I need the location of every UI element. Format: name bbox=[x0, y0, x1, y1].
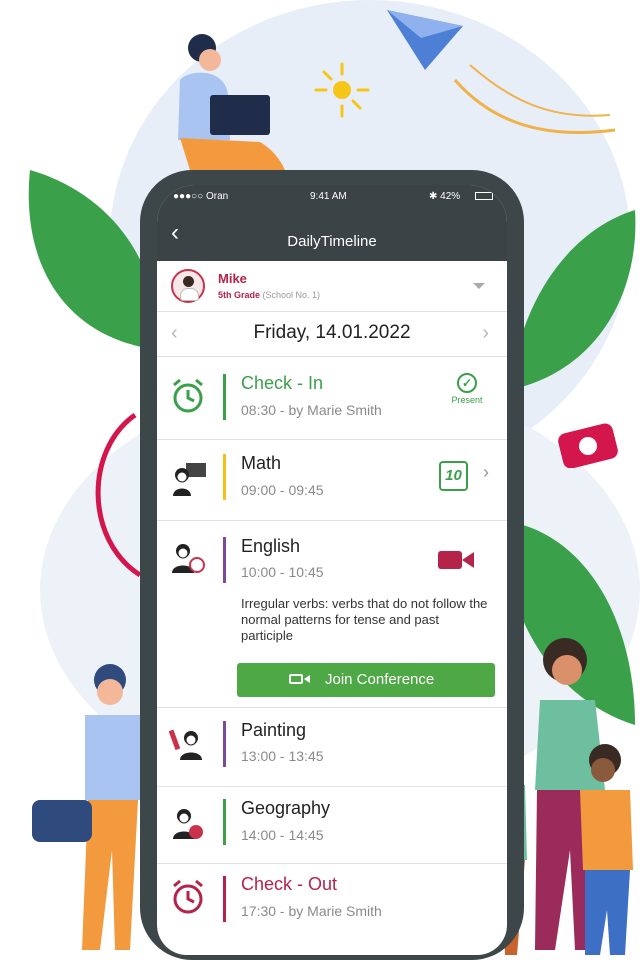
event-title: Math bbox=[241, 453, 282, 473]
timeline-bar bbox=[223, 454, 226, 500]
timeline-bar bbox=[223, 374, 226, 420]
student-globe-icon bbox=[172, 544, 205, 573]
video-camera-outline-icon bbox=[289, 674, 303, 684]
event-description: Irregular verbs: verbs that do not follo… bbox=[241, 596, 488, 643]
timeline-item-geography[interactable]: Geography 14:00 - 14:45 bbox=[157, 787, 507, 864]
video-camera-icon[interactable] bbox=[438, 551, 474, 569]
attendance-status: ✓ Present bbox=[442, 373, 492, 405]
event-time: 17:30 - by Marie Smith bbox=[241, 903, 382, 919]
event-title: English bbox=[241, 536, 301, 556]
timeline-item-check-in[interactable]: Check - In 08:30 - by Marie Smith ✓ Pres… bbox=[157, 357, 507, 440]
battery-status: ✱ 42% bbox=[429, 191, 461, 202]
page-title: DailyTimeline bbox=[287, 233, 377, 250]
student-name: Mike bbox=[218, 271, 247, 286]
clock: 9:41 AM bbox=[310, 191, 347, 202]
timeline-item-math[interactable]: Math 09:00 - 09:45 10 › bbox=[157, 440, 507, 521]
event-time: 13:00 - 13:45 bbox=[241, 748, 324, 764]
student-selector[interactable]: Mike 5th Grade (School No. 1) bbox=[157, 261, 507, 312]
battery-icon bbox=[475, 192, 493, 200]
event-title: Painting bbox=[241, 720, 307, 740]
teacher-blackboard-icon bbox=[173, 463, 206, 496]
event-time: 10:00 - 10:45 bbox=[241, 564, 324, 580]
student-paint-icon bbox=[169, 729, 202, 760]
event-time: 08:30 - by Marie Smith bbox=[241, 402, 382, 418]
nav-bar: ‹ DailyTimeline bbox=[157, 209, 507, 261]
event-time: 09:00 - 09:45 bbox=[241, 482, 324, 498]
join-conference-label: Join Conference bbox=[325, 671, 435, 688]
swirl-lines bbox=[453, 64, 616, 134]
current-date: Friday, 14.01.2022 bbox=[253, 322, 411, 343]
join-conference-button[interactable]: Join Conference bbox=[237, 663, 495, 697]
timeline-bar bbox=[223, 876, 226, 922]
avatar bbox=[171, 269, 205, 303]
arc-decoration bbox=[95, 412, 142, 578]
student-grade: 5th Grade (School No. 1) bbox=[218, 290, 320, 300]
grade-badge: 10 bbox=[439, 461, 468, 491]
event-title: Geography bbox=[241, 798, 331, 818]
camera-icon bbox=[558, 423, 618, 468]
timeline-bar bbox=[223, 721, 226, 767]
event-title: Check - Out bbox=[241, 874, 338, 894]
timeline-item-check-out[interactable]: Check - Out 17:30 - by Marie Smith bbox=[157, 864, 507, 944]
timeline-bar bbox=[223, 799, 226, 845]
event-time: 14:00 - 14:45 bbox=[241, 827, 324, 843]
grade-label: 5th Grade bbox=[218, 290, 261, 300]
app-screen: ●●●○○ Oran 9:41 AM ✱ 42% ‹ DailyTimeline… bbox=[157, 185, 507, 955]
next-day-button[interactable]: › bbox=[482, 322, 489, 345]
status-label: Present bbox=[451, 395, 483, 405]
timeline-bar bbox=[223, 537, 226, 583]
chevron-down-icon[interactable] bbox=[473, 283, 485, 289]
date-navigator: ‹ Friday, 14.01.2022 › bbox=[157, 312, 507, 357]
alarm-clock-icon bbox=[173, 879, 203, 914]
check-circle-icon: ✓ bbox=[457, 373, 477, 393]
event-title: Check - In bbox=[241, 373, 324, 393]
alarm-clock-icon bbox=[173, 378, 203, 413]
timeline-item-english[interactable]: English 10:00 - 10:45 Irregular verbs: v… bbox=[157, 521, 507, 708]
student-earth-icon bbox=[173, 809, 203, 839]
carrier-signal: ●●●○○ Oran bbox=[173, 191, 229, 202]
status-bar: ●●●○○ Oran 9:41 AM ✱ 42% bbox=[157, 185, 507, 209]
chevron-right-icon[interactable]: › bbox=[483, 462, 489, 483]
timeline-item-painting[interactable]: Painting 13:00 - 13:45 bbox=[157, 708, 507, 787]
school-label: (School No. 1) bbox=[262, 290, 321, 300]
sun-icon bbox=[314, 62, 370, 118]
